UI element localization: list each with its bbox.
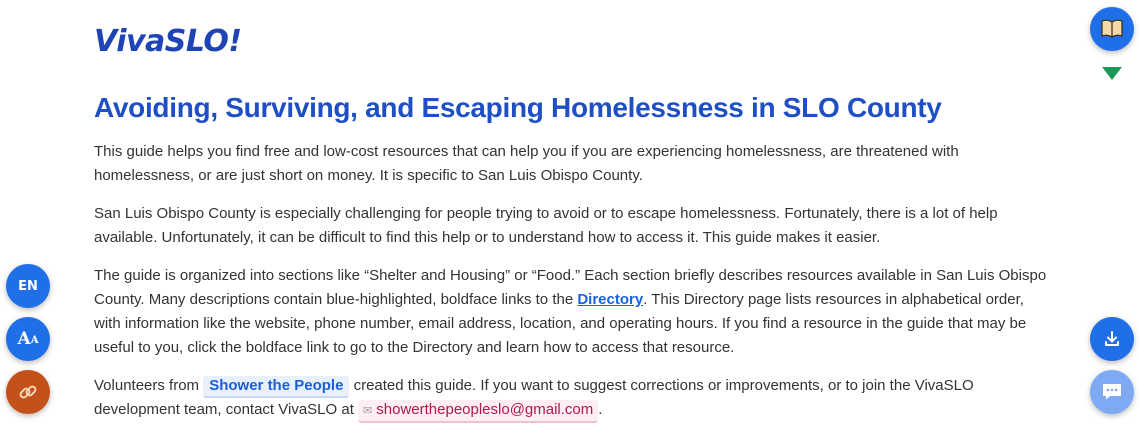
download-icon <box>1105 331 1119 346</box>
chat-icon <box>1103 384 1121 400</box>
book-button[interactable] <box>1090 7 1134 51</box>
email-address: showerthepeopleslo@gmail.com <box>376 401 594 418</box>
mail-icon: ✉ <box>363 405 373 417</box>
language-button[interactable]: EN <box>6 264 50 308</box>
challenge-paragraph: San Luis Obispo County is especially cha… <box>94 205 998 246</box>
main-content: Avoiding, Surviving, and Escaping Homele… <box>94 90 1054 429</box>
intro-paragraph: This guide helps you find free and low-c… <box>94 143 959 184</box>
font-size-big-a: A <box>17 329 31 349</box>
link-icon <box>19 385 37 399</box>
site-logo[interactable]: VivaSLO! <box>94 24 242 59</box>
chat-button[interactable] <box>1090 370 1134 414</box>
triangle-down-icon[interactable] <box>1102 67 1122 80</box>
book-icon <box>1101 19 1123 38</box>
page-title: Avoiding, Surviving, and Escaping Homele… <box>94 92 942 123</box>
email-link[interactable]: ✉ showerthepeopleslo@gmail.com <box>358 400 599 423</box>
organization-paragraph: The guide is organized into sections lik… <box>94 264 1054 360</box>
font-size-button[interactable]: AA <box>6 317 50 361</box>
font-size-small-a: A <box>30 335 39 346</box>
download-button[interactable] <box>1090 317 1134 361</box>
volunteers-text-after: . <box>598 401 603 418</box>
volunteers-paragraph: Volunteers from Shower the People create… <box>94 374 1054 423</box>
directory-link[interactable]: Directory <box>577 291 643 308</box>
shower-the-people-link[interactable]: Shower the People <box>203 376 350 398</box>
link-button[interactable] <box>6 370 50 414</box>
volunteers-text-before: Volunteers from <box>94 377 204 394</box>
